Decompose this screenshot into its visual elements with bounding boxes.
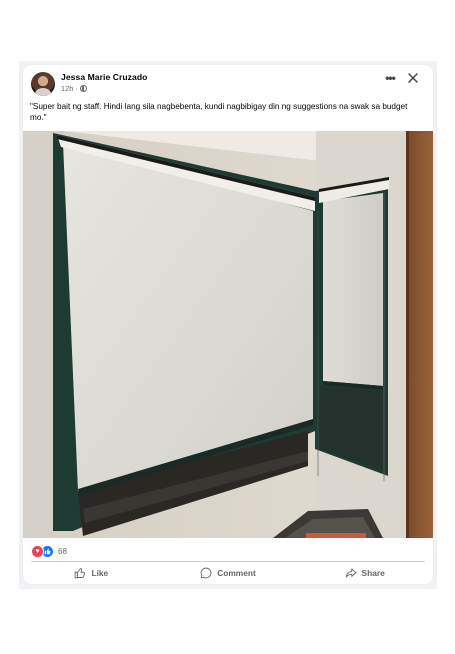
post-photo[interactable] (23, 131, 433, 538)
post-meta: 12h · (61, 84, 87, 93)
share-icon (345, 568, 356, 578)
comment-label: Comment (217, 568, 256, 578)
action-divider (31, 561, 425, 562)
like-button[interactable]: Like (23, 564, 160, 582)
comment-icon (200, 567, 212, 579)
more-icon[interactable]: ••• (383, 72, 397, 86)
reaction-count[interactable]: 68 (58, 547, 67, 556)
post-card: Jessa Marie Cruzado 12h · ••• "Super bai… (23, 65, 433, 584)
meta-separator: · (75, 84, 78, 93)
post-caption: "Super bait ng staff. Hindi lang sila na… (30, 102, 408, 122)
roller-blinds-photo (23, 131, 433, 538)
comment-button[interactable]: Comment (160, 564, 297, 582)
post-time[interactable]: 12h (61, 84, 73, 93)
reaction-summary[interactable]: ♥ 68 (31, 545, 67, 558)
author-name[interactable]: Jessa Marie Cruzado (61, 72, 147, 82)
thumbs-up-icon (75, 568, 86, 579)
like-label: Like (91, 568, 109, 578)
share-label: Share (361, 568, 385, 578)
globe-icon (79, 85, 87, 92)
action-bar: Like Comment Share (23, 564, 433, 582)
share-button[interactable]: Share (296, 564, 433, 582)
avatar[interactable] (31, 72, 55, 96)
close-icon[interactable] (406, 71, 420, 85)
love-reaction-icon: ♥ (31, 545, 44, 558)
